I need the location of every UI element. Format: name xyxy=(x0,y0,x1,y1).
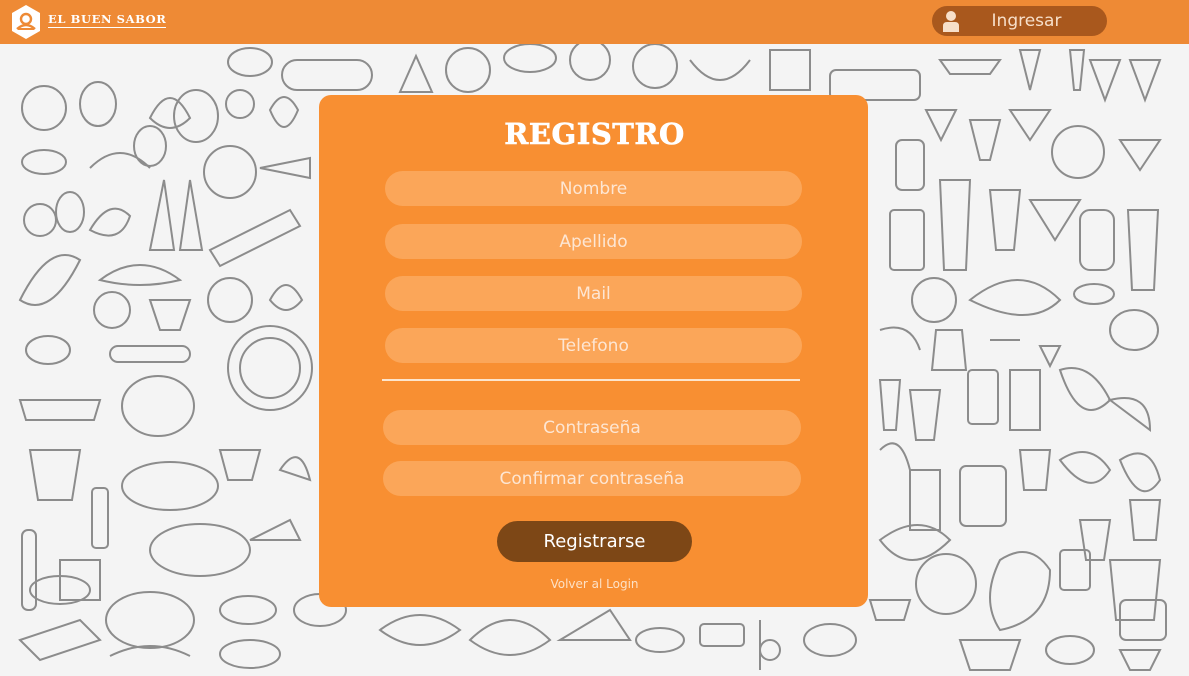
last-name-input[interactable] xyxy=(385,224,802,259)
login-button[interactable]: Ingresar xyxy=(932,6,1107,36)
last-name-field[interactable] xyxy=(385,224,802,259)
register-title: REGISTRO xyxy=(504,117,685,152)
user-icon xyxy=(943,11,959,32)
register-button[interactable]: Registrarse xyxy=(497,521,692,562)
chef-hat-logo-icon xyxy=(12,5,40,39)
phone-input[interactable] xyxy=(385,328,802,363)
email-field[interactable] xyxy=(385,276,802,311)
login-button-label: Ingresar xyxy=(991,11,1062,31)
password-field[interactable] xyxy=(383,410,801,445)
confirm-password-input[interactable] xyxy=(383,461,801,496)
password-input[interactable] xyxy=(383,410,801,445)
first-name-field[interactable] xyxy=(385,171,802,206)
email-input[interactable] xyxy=(385,276,802,311)
form-divider xyxy=(382,379,800,381)
phone-field[interactable] xyxy=(385,328,802,363)
brand-name: EL BUEN SABOR xyxy=(48,12,167,28)
brand-logo[interactable]: EL BUEN SABOR xyxy=(10,4,167,40)
confirm-password-field[interactable] xyxy=(383,461,801,496)
back-to-login-link[interactable]: Volver al Login xyxy=(0,577,1189,591)
top-nav-bar: EL BUEN SABOR Ingresar xyxy=(0,0,1189,44)
first-name-input[interactable] xyxy=(385,171,802,206)
